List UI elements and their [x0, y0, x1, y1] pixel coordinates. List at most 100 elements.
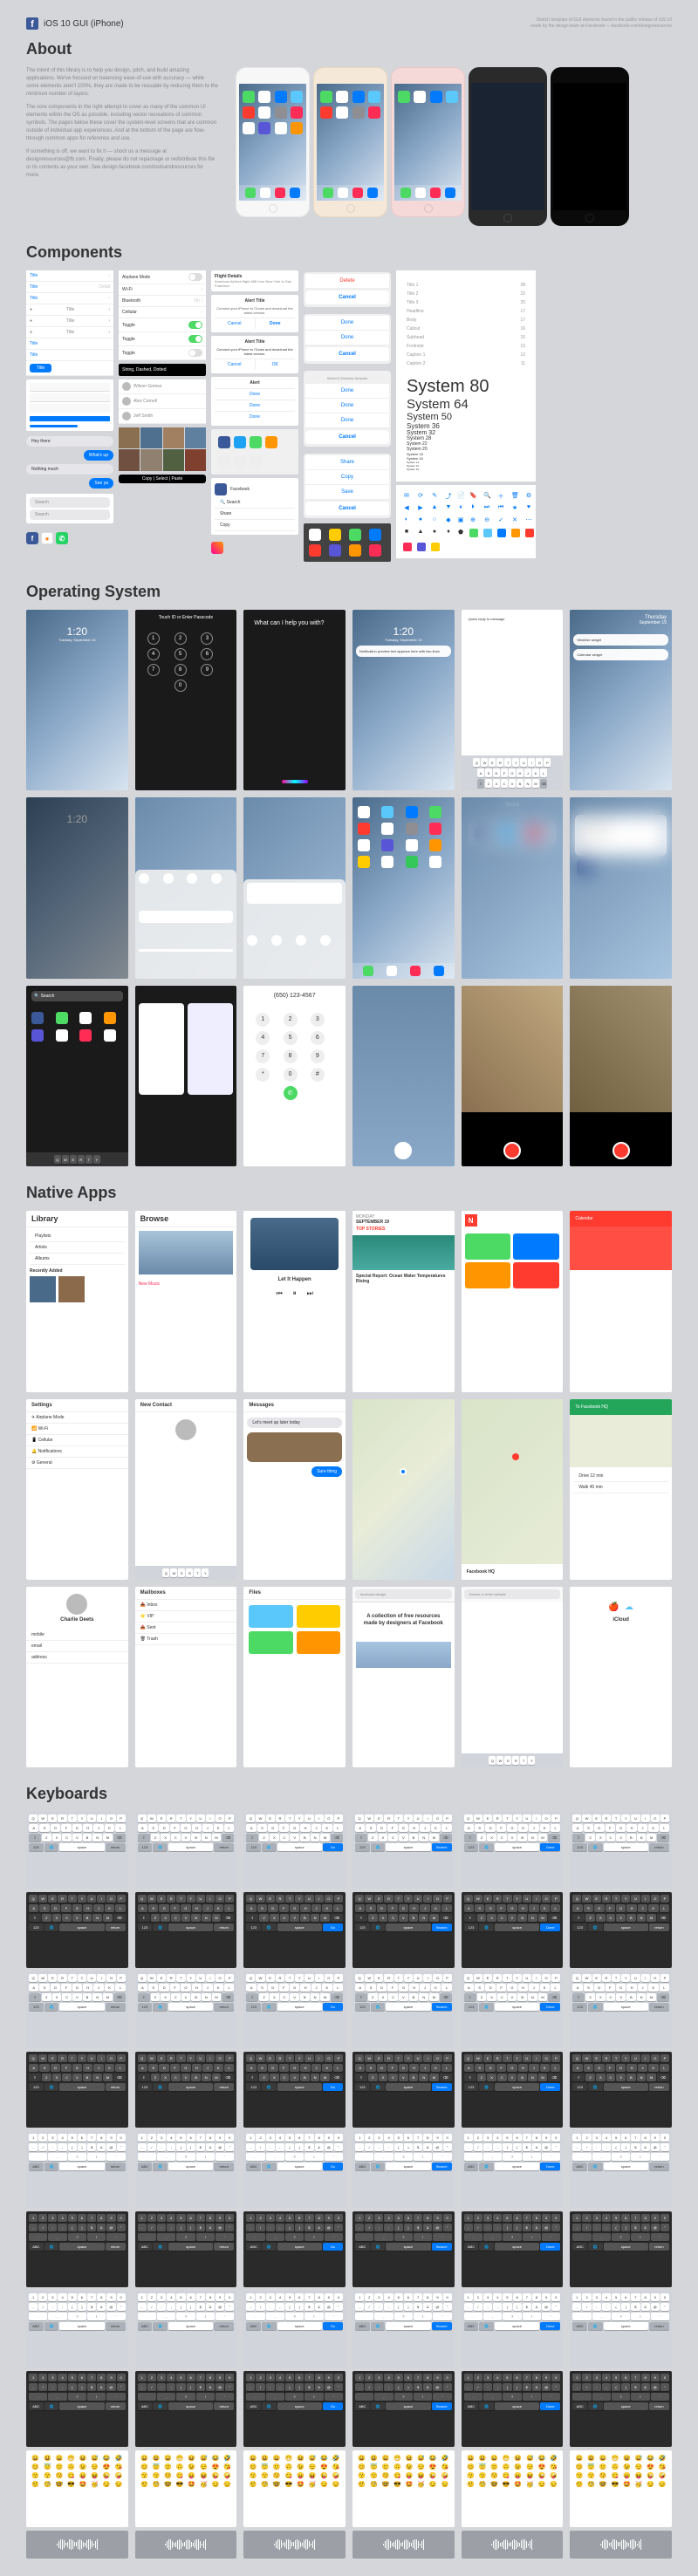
system-icons: ✉⟳✎⤴📄🔖🔍＋🗑⚙ ◀▶▲▼⏸⏵⏭⏮★♥ ◐●○◆▣⊕⊖✓✕⋯ ■▲●♦⬟	[396, 485, 536, 558]
keyboard: QWERTYUIOPASDFGHJKL⇧ZXCVBNM⌫123🌐spaceret…	[570, 1971, 672, 2047]
table-cells: Title› TitleDetail Title› ●Title› ●Title…	[26, 270, 113, 376]
keyboard: 1234567890-/:;()$&@".,?!'ABC🌐spacereturn	[570, 2131, 672, 2207]
about-text: The intent of this library is to help yo…	[26, 67, 218, 226]
keyboard: 1234567890-/:;()$&@".,?!'ABC🌐spacereturn	[570, 2291, 672, 2367]
keyboard: QWERTYUIOPASDFGHJKL⇧ZXCVBNM⌫123🌐spaceSea…	[352, 2052, 455, 2128]
maps-place: Facebook HQ	[462, 1399, 564, 1580]
keyboard: QWERTYUIOPASDFGHJKL⇧ZXCVBNM⌫123🌐spaceGo	[243, 2052, 346, 2128]
keyboard: QWERTYUIOPASDFGHJKL⇧ZXCVBNM⌫123🌐spaceDon…	[462, 1971, 564, 2048]
camera-video	[462, 986, 564, 1166]
keyboard: 1234567890-/:;()$&@".,?!'ABC🌐spacereturn	[26, 2371, 128, 2447]
keyboard-column-2: QWERTYUIOPASDFGHJKL⇧ZXCVBNM⌫123🌐spaceret…	[135, 1812, 237, 2559]
folder-open: Social	[462, 797, 564, 978]
files-app: Files	[243, 1587, 346, 1767]
section-os: Operating System	[26, 583, 672, 601]
keyboard: 1234567890-/:;()$&@".,?!'ABC🌐spaceGo	[243, 2131, 346, 2207]
app-switcher	[135, 986, 237, 1166]
type-hierarchy: Title 128 Title 222 Title 320 Headline17…	[396, 270, 536, 482]
dictation-bar	[462, 2531, 564, 2559]
context-menu: Facebook 🔍 Search Share Copy	[211, 478, 298, 535]
camera-video-alt	[570, 986, 672, 1166]
header-meta: Sketch template of GUI elements found in…	[530, 17, 672, 29]
control-center-music	[243, 797, 346, 978]
spotlight-icons	[304, 523, 391, 562]
keyboard: QWERTYUIOPASDFGHJKL⇧ZXCVBNM⌫123🌐spaceGo	[243, 1892, 346, 1968]
action-sheet: Delete Cancel	[304, 272, 391, 307]
dictation-bar	[26, 2531, 128, 2559]
news-for-you: N	[462, 1211, 564, 1391]
keyboard: 1234567890-/:;()$&@".,?!'ABC🌐spaceDone	[462, 2211, 564, 2288]
call-button[interactable]: ✆	[284, 1086, 298, 1100]
contact-card: Charlie Deetsmobileemailaddress	[26, 1587, 128, 1767]
settings-cells: Airplane Mode Wi‑Fi› BluetoothOn › Cellu…	[119, 270, 206, 360]
keyboard: 1234567890-/:;()$&@".,?!'ABC🌐spaceSearch	[352, 2371, 455, 2448]
delete-button[interactable]: Delete	[305, 274, 389, 289]
nav-bars	[26, 379, 113, 431]
messages-reply: Quick reply to messageQWERTYUIOPASDFGHJK…	[462, 610, 564, 790]
icloud-signin: 🍎☁iCloud	[570, 1587, 672, 1767]
cell[interactable]: Title›	[26, 270, 113, 282]
keyboard: QWERTYUIOPASDFGHJKL⇧ZXCVBNM⌫123🌐spaceGo	[243, 1812, 346, 1888]
keyboard-column-6: QWERTYUIOPASDFGHJKL⇧ZXCVBNM⌫123🌐spaceret…	[570, 1812, 672, 2559]
facebook-logo-icon: f	[26, 17, 38, 30]
dictation-bar	[243, 2531, 346, 2559]
keyboard: 1234567890-/:;()$&@".,?!'ABC🌐spacereturn	[570, 2211, 672, 2287]
keyboard: 1234567890-/:;()$&@".,?!'ABC🌐spaceSearch	[352, 2131, 455, 2208]
maps-app	[352, 1399, 455, 1580]
keyboard: 1234567890-/:;()$&@".,?!'ABC🌐spaceGo	[243, 2291, 346, 2367]
notification-card: Flight Details American Airlines flight …	[211, 270, 298, 291]
settings-app: Settings✈ Airplane Mode📶 Wi‑Fi📱 Cellular…	[26, 1399, 128, 1580]
keyboard: QWERTYUIOPASDFGHJKL⇧ZXCVBNM⌫123🌐spaceret…	[570, 1892, 672, 1968]
emoji-keyboard: 😀😃😄😁😆😅😂🤣😊😇🙂🙃😉😌😍😘😗😙😚😋😛😝😜🤪🤨🧐🤓😎🤩🥳😏😒	[570, 2450, 672, 2526]
messages-app: MessagesLet's meet up later todaySure th…	[243, 1399, 346, 1580]
dark-header: String, Dashed, Dotted	[119, 364, 206, 376]
keyboard: QWERTYUIOPASDFGHJKL⇧ZXCVBNM⌫123🌐spaceDon…	[462, 1812, 564, 1889]
lock-notification: 1:20Tuesday, September 13Notification pr…	[352, 610, 455, 790]
keyboard: 1234567890-/:;()$&@".,?!'ABC🌐spacereturn	[135, 2291, 237, 2368]
mail-app: Mailboxes📥 Inbox⭐ VIP📤 Sent🗑 Trash	[135, 1587, 237, 1767]
keyboard: 1234567890-/:;()$&@".,?!'ABC🌐spacereturn	[570, 2371, 672, 2447]
section-components: Components	[26, 243, 672, 262]
section-native: Native Apps	[26, 1184, 672, 1202]
home-screen	[352, 797, 455, 978]
keyboard: QWERTYUIOPASDFGHJKL⇧ZXCVBNM⌫123🌐spaceret…	[570, 1812, 672, 1888]
keyboard: QWERTYUIOPASDFGHJKL⇧ZXCVBNM⌫123🌐spaceGo	[243, 1971, 346, 2047]
keyboard: 1234567890-/:;()$&@".,?!'ABC🌐spaceGo	[243, 2211, 346, 2287]
cancel-button[interactable]: Cancel	[215, 318, 255, 329]
keyboard: 1234567890-/:;()$&@".,?!'ABC🌐spaceDone	[462, 2371, 564, 2448]
emoji-keyboard: 😀😃😄😁😆😅😂🤣😊😇🙂🙃😉😌😍😘😗😙😚😋😛😝😜🤪🤨🧐🤓😎🤩🥳😏😒	[462, 2450, 564, 2527]
emoji-keyboard: 😀😃😄😁😆😅😂🤣😊😇🙂🙃😉😌😍😘😗😙😚😋😛😝😜🤪🤨🧐🤓😎🤩🥳😏😒	[26, 2450, 128, 2526]
news-app: MONDAYSEPTEMBER 19TOP STORIESSpecial Rep…	[352, 1211, 455, 1391]
keyboard-column-4: QWERTYUIOPASDFGHJKL⇧ZXCVBNM⌫123🌐spaceSea…	[352, 1812, 455, 2559]
keyboard: QWERTYUIOPASDFGHJKL⇧ZXCVBNM⌫123🌐spaceSea…	[352, 1892, 455, 1969]
keyboard: 1234567890-/:;()$&@".,?!'ABC🌐spacereturn	[26, 2291, 128, 2367]
facebook-icon: f	[26, 532, 38, 544]
search-input[interactable]: Search	[30, 497, 110, 508]
cancel-button[interactable]: Cancel	[305, 290, 389, 305]
keyboard: QWERTYUIOPASDFGHJKL⇧ZXCVBNM⌫123🌐spaceSea…	[352, 1812, 455, 1889]
keyboard: 1234567890-/:;()$&@".,?!'ABC🌐spacereturn	[135, 2211, 237, 2288]
keyboard: QWERTYUIOPASDFGHJKL⇧ZXCVBNM⌫123🌐spaceret…	[135, 1812, 237, 1889]
emoji-keyboard: 😀😃😄😁😆😅😂🤣😊😇🙂🙃😉😌😍😘😗😙😚😋😛😝😜🤪🤨🧐🤓😎🤩🥳😏😒	[352, 2450, 455, 2527]
control-center	[135, 797, 237, 978]
toggle[interactable]	[188, 273, 202, 281]
instagram-icon	[211, 542, 223, 554]
keyboard: QWERTYUIOPASDFGHJKL⇧ZXCVBNM⌫123🌐spaceret…	[135, 1892, 237, 1969]
maps-directions: To Facebook HQDrive 12 minWalk 45 min	[570, 1399, 672, 1580]
passcode-screen: Touch ID or Enter Passcode1234567890	[135, 610, 237, 790]
shutter-button[interactable]	[394, 1142, 412, 1159]
keyboard: 1234567890-/:;()$&@".,?!'ABC🌐spaceSearch	[352, 2291, 455, 2368]
safari-app: facebook.designA collection of free reso…	[352, 1587, 455, 1767]
camera-photo	[352, 986, 455, 1166]
record-button[interactable]	[503, 1142, 521, 1159]
keyboard: QWERTYUIOPASDFGHJKL⇧ZXCVBNM⌫123🌐spaceDon…	[462, 1892, 564, 1969]
keyboard: QWERTYUIOPASDFGHJKL⇧ZXCVBNM⌫123🌐spaceSea…	[352, 1971, 455, 2048]
emoji-keyboard: 😀😃😄😁😆😅😂🤣😊😇🙂🙃😉😌😍😘😗😙😚😋😛😝😜🤪🤨🧐🤓😎🤩🥳😏😒	[243, 2450, 346, 2526]
done-button[interactable]: Done	[255, 318, 296, 329]
keyboard: 1234567890-/:;()$&@".,?!'ABC🌐spacereturn	[26, 2131, 128, 2207]
contact-rows: Wilson Gomez Alex Cornell Jeff Smith	[119, 379, 206, 424]
chat-bubbles: Hey there What's up Nothing much See ya	[26, 434, 113, 490]
keyboard: 1234567890-/:;()$&@".,?!'ABC🌐spaceDone	[462, 2291, 564, 2368]
music-browse: BrowseNew Music	[135, 1211, 237, 1391]
keyboard: QWERTYUIOPASDFGHJKL⇧ZXCVBNM⌫123🌐spaceret…	[570, 2052, 672, 2128]
